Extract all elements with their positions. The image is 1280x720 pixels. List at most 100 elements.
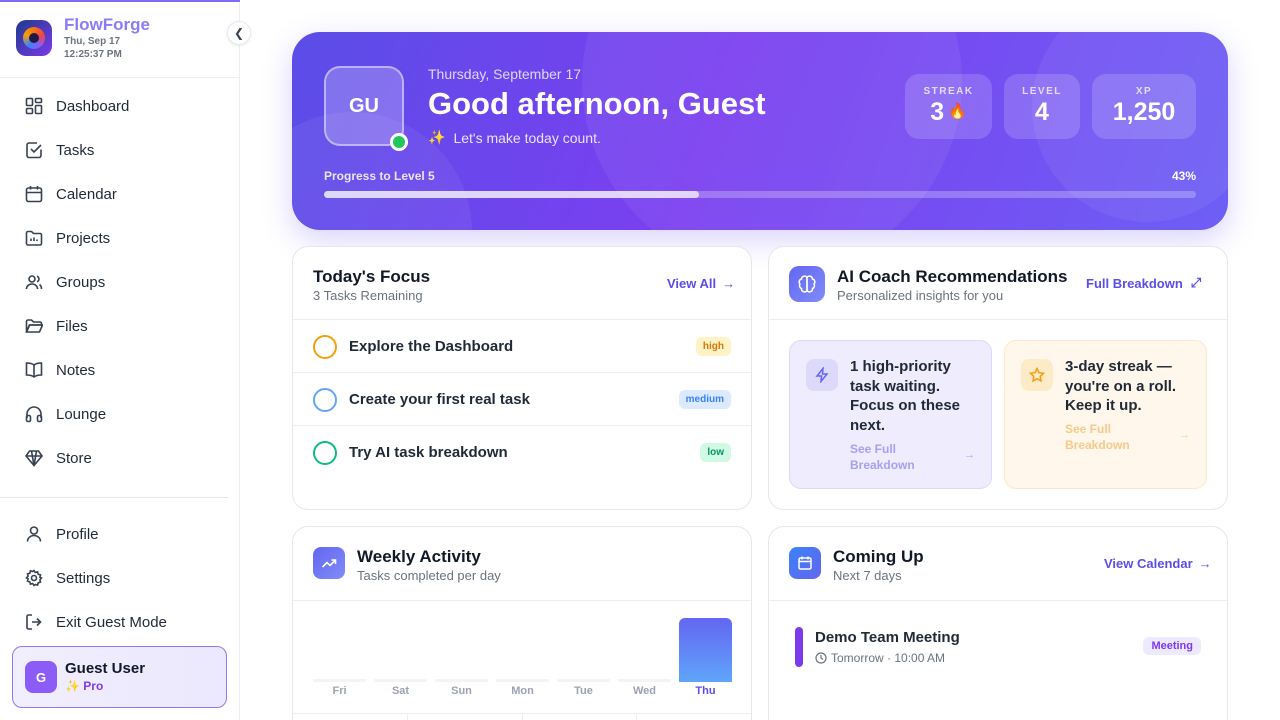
book-icon xyxy=(24,360,44,380)
user-plan-badge: ✨ Pro xyxy=(65,679,104,693)
divider xyxy=(0,497,228,498)
sidebar-item-groups[interactable]: Groups xyxy=(12,260,228,304)
brand[interactable]: FlowForge Thu, Sep 17 12:25:37 PM xyxy=(16,15,150,60)
level-stat: LEVEL 4 xyxy=(1004,74,1080,139)
task-row[interactable]: Explore the Dashboard high xyxy=(293,320,751,373)
brain-icon xyxy=(789,266,825,302)
sidebar-item-dashboard[interactable]: Dashboard xyxy=(12,84,228,128)
app-logo xyxy=(16,20,52,56)
sidebar-item-label: Tasks xyxy=(56,141,95,159)
link-label: View All xyxy=(667,276,717,291)
app-date: Thu, Sep 17 xyxy=(64,36,121,47)
sidebar-item-calendar[interactable]: Calendar xyxy=(12,172,228,216)
sidebar-item-label: Notes xyxy=(56,361,96,379)
sidebar-item-lounge[interactable]: Lounge xyxy=(12,392,228,436)
sidebar-item-profile[interactable]: Profile xyxy=(12,512,228,556)
app-name: FlowForge xyxy=(64,15,150,34)
card-title: Today's Focus xyxy=(313,267,431,286)
clock-icon xyxy=(815,652,827,664)
groups-icon xyxy=(24,272,44,292)
main-nav: Dashboard Tasks Calendar Projects Groups… xyxy=(12,84,228,496)
sidebar-item-store[interactable]: Store xyxy=(12,436,228,480)
weekly-bar-chart: Fri Sat Sun Mon Tue Wed Thu xyxy=(293,527,751,720)
full-breakdown-link[interactable]: Full Breakdown ⤢ xyxy=(1086,275,1201,291)
sidebar-item-files[interactable]: Files xyxy=(12,304,228,348)
task-row[interactable]: Create your first real task medium xyxy=(293,373,751,426)
expand-icon: ⤢ xyxy=(1190,275,1202,290)
task-row[interactable]: Try AI task breakdown low xyxy=(293,426,751,479)
bar-label-sun: Sun xyxy=(451,685,472,697)
event-item[interactable]: Demo Team Meeting Tomorrow · 10:00 AM Me… xyxy=(795,627,1201,667)
sidebar-item-exit-guest[interactable]: Exit Guest Mode xyxy=(12,600,228,644)
coming-up-card: Coming Up Next 7 days View Calendar → Dem… xyxy=(768,526,1228,720)
folder-icon xyxy=(24,316,44,336)
see-full-breakdown-link[interactable]: See Full Breakdown xyxy=(1065,421,1145,453)
arrow-right-icon: → xyxy=(1198,556,1212,571)
user-name: Guest User xyxy=(65,660,146,677)
avatar[interactable]: GU xyxy=(324,66,404,146)
bolt-icon xyxy=(806,359,838,391)
recommendation-card[interactable]: 3-day streak — you're on a roll. Keep it… xyxy=(1004,340,1207,489)
event-color-bar xyxy=(795,627,803,667)
priority-badge: low xyxy=(700,443,731,462)
chevron-left-icon: ❮ xyxy=(233,26,245,40)
collapse-sidebar-button[interactable]: ❮ xyxy=(227,21,251,45)
task-checkbox[interactable] xyxy=(313,334,337,359)
sidebar-item-label: Settings xyxy=(56,569,111,587)
calendar-icon xyxy=(789,547,821,579)
diamond-icon xyxy=(24,448,44,468)
hero-banner: GU Thursday, September 17 Good afternoon… xyxy=(292,32,1228,230)
arrow-right-icon: → xyxy=(1179,429,1190,441)
avatar: G xyxy=(25,661,57,693)
priority-badge: medium xyxy=(678,390,731,409)
bar-sat xyxy=(374,679,427,682)
sidebar-item-label: Calendar xyxy=(56,185,117,203)
stat-label: XP xyxy=(1135,86,1153,97)
stat-value: 1,250 xyxy=(1112,98,1176,126)
task-name: Try AI task breakdown xyxy=(349,444,508,461)
hero-subtitle-text: Let's make today count. xyxy=(453,129,601,146)
user-icon xyxy=(24,524,44,544)
ai-coach-card: AI Coach Recommendations Personalized in… xyxy=(768,246,1228,510)
sidebar: FlowForge Thu, Sep 17 12:25:37 PM Dashbo… xyxy=(0,0,240,720)
bar-label-wed: Wed xyxy=(632,685,657,697)
recommendation-card[interactable]: 1 high-priority task waiting. Focus on t… xyxy=(789,340,992,489)
view-all-link[interactable]: View All → xyxy=(667,276,735,291)
view-calendar-link[interactable]: View Calendar → xyxy=(1104,556,1212,571)
task-checkbox[interactable] xyxy=(313,387,337,412)
card-subtitle: Personalized insights for you xyxy=(837,288,1004,303)
task-name: Create your first real task xyxy=(349,391,530,408)
projects-icon xyxy=(24,228,44,248)
sparkles-icon: ✨ xyxy=(428,129,446,145)
event-time: Tomorrow · 10:00 AM xyxy=(815,651,945,665)
sidebar-item-label: Files xyxy=(56,317,88,335)
stat-label: LEVEL xyxy=(1022,86,1062,97)
calendar-icon xyxy=(24,184,44,204)
user-card[interactable]: G Guest User ✨ Pro xyxy=(12,646,227,708)
sidebar-item-notes[interactable]: Notes xyxy=(12,348,228,392)
sidebar-item-label: Groups xyxy=(56,273,106,291)
card-title: AI Coach Recommendations xyxy=(837,267,1068,286)
app-time: 12:25:37 PM xyxy=(64,49,122,60)
bar-label-tue: Tue xyxy=(574,685,593,697)
star-icon xyxy=(1021,359,1053,391)
event-type-badge: Meeting xyxy=(1143,637,1201,655)
bottom-nav: Profile Settings Exit Guest Mode xyxy=(12,512,228,644)
bar-fri xyxy=(313,679,366,682)
sidebar-item-tasks[interactable]: Tasks xyxy=(12,128,228,172)
link-label: Full Breakdown xyxy=(1086,275,1183,291)
bar-label-sat: Sat xyxy=(391,685,410,697)
see-full-breakdown-link[interactable]: See Full Breakdown xyxy=(850,441,930,473)
sidebar-item-projects[interactable]: Projects xyxy=(12,216,228,260)
recommendation-text: 3-day streak — you're on a roll. Keep it… xyxy=(1065,358,1177,414)
sidebar-item-label: Projects xyxy=(56,229,111,247)
level-progress-fill xyxy=(324,191,699,198)
recommendation-text: 1 high-priority task waiting. Focus on t… xyxy=(850,358,961,434)
bar-thu xyxy=(679,618,732,682)
bar-sun xyxy=(435,679,488,682)
task-checkbox[interactable] xyxy=(313,440,337,465)
sidebar-item-settings[interactable]: Settings xyxy=(12,556,228,600)
sidebar-item-label: Profile xyxy=(56,525,99,543)
bar-wed xyxy=(618,679,671,682)
headphones-icon xyxy=(24,404,44,424)
